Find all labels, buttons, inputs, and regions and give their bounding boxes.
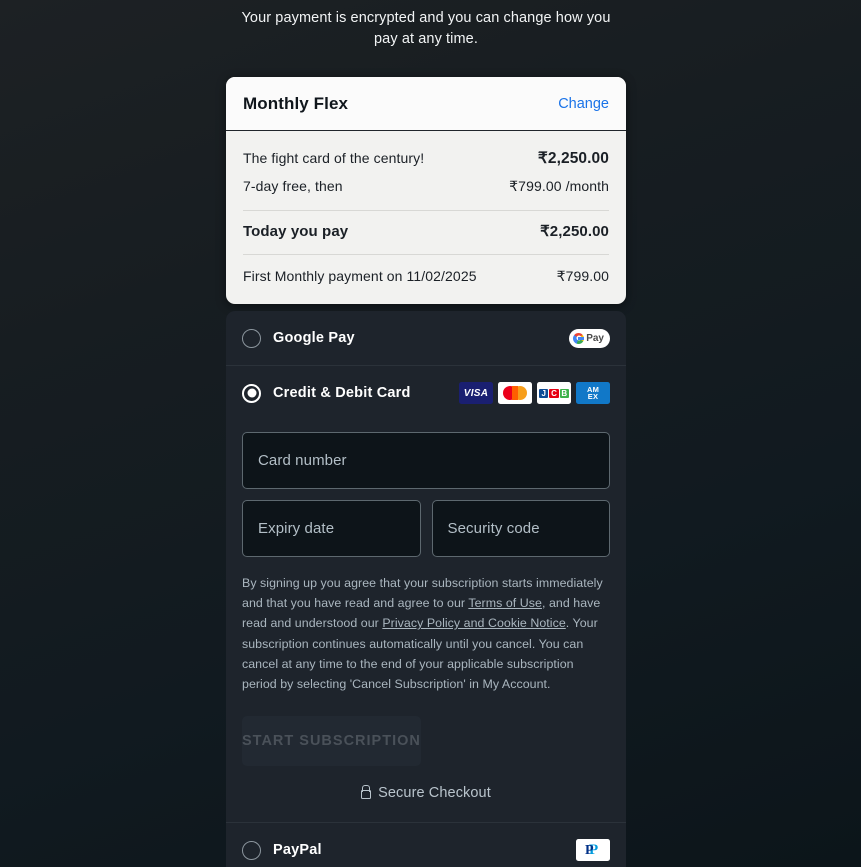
today-you-pay-label: Today you pay — [243, 223, 349, 240]
plan-header: Monthly Flex Change — [226, 77, 626, 131]
jcb-letter: B — [559, 388, 569, 398]
payment-methods-panel: Google Pay Pay Credit & Debit Card VISA … — [226, 311, 626, 867]
encryption-notice: Your payment is encrypted and you can ch… — [241, 10, 611, 47]
plan-line-item: 7-day free, then ₹799.00 /month — [243, 173, 609, 200]
plan-line-item: The fight card of the century! ₹2,250.00 — [243, 144, 609, 173]
today-you-pay-value: ₹2,250.00 — [540, 223, 609, 240]
checkout-page: Your payment is encrypted and you can ch… — [0, 0, 861, 867]
plan-summary-card: Monthly Flex Change The fight card of th… — [226, 77, 626, 304]
google-pay-badge-text: Pay — [586, 332, 604, 344]
plan-line-label: 7-day free, then — [243, 178, 343, 194]
paypal-label: PayPal — [273, 842, 322, 859]
card-option-label: Credit & Debit Card — [273, 385, 411, 401]
first-payment-value: ₹799.00 — [556, 268, 609, 284]
privacy-policy-link[interactable]: Privacy Policy and Cookie Notice — [382, 616, 565, 630]
card-extra-fields: Expiry date Security code — [242, 500, 610, 557]
payment-option-card[interactable]: Credit & Debit Card VISA J C B AM EX — [226, 366, 626, 420]
security-code-input[interactable]: Security code — [431, 500, 610, 557]
legal-disclaimer: By signing up you agree that your subscr… — [226, 557, 626, 694]
jcb-icon: J C B — [537, 382, 571, 404]
google-pay-label: Google Pay — [273, 330, 355, 346]
first-payment-row: First Monthly payment on 11/02/2025 ₹799… — [243, 263, 609, 290]
lock-icon — [361, 789, 372, 799]
card-number-input[interactable]: Card number — [242, 432, 610, 489]
secure-checkout-note: Secure Checkout — [226, 785, 626, 801]
payment-option-paypal[interactable]: PayPal P P — [226, 823, 626, 867]
visa-icon: VISA — [459, 382, 493, 404]
plan-title: Monthly Flex — [243, 94, 349, 113]
expiry-date-input[interactable]: Expiry date — [242, 500, 421, 557]
plan-line-label: The fight card of the century! — [243, 150, 425, 166]
today-you-pay-row: Today you pay ₹2,250.00 — [243, 217, 609, 245]
payment-option-google-pay[interactable]: Google Pay Pay — [226, 311, 626, 365]
radio-google-pay[interactable] — [242, 328, 261, 348]
jcb-letter: J — [539, 388, 549, 398]
card-brand-logos: VISA J C B AM EX — [459, 382, 610, 404]
paypal-icon: P P — [576, 839, 610, 862]
plan-line-value: ₹2,250.00 — [537, 150, 609, 167]
terms-of-use-link[interactable]: Terms of Use — [468, 596, 542, 610]
mastercard-icon — [498, 382, 532, 404]
divider — [243, 254, 609, 255]
change-plan-link[interactable]: Change — [558, 96, 609, 112]
start-subscription-button[interactable]: START SUBSCRIPTION — [242, 716, 421, 767]
google-pay-logo: Pay — [569, 328, 610, 348]
card-form: Card number Expiry date Security code — [226, 420, 626, 557]
radio-credit-debit-card[interactable] — [242, 383, 261, 403]
jcb-letter: C — [549, 388, 559, 398]
amex-line-2: EX — [587, 392, 599, 401]
plan-line-value: ₹799.00 /month — [509, 178, 609, 194]
divider — [243, 210, 609, 211]
amex-icon: AM EX — [576, 382, 610, 404]
plan-body: The fight card of the century! ₹2,250.00… — [226, 131, 626, 304]
secure-checkout-label: Secure Checkout — [378, 785, 491, 802]
first-payment-label: First Monthly payment on 11/02/2025 — [243, 268, 477, 284]
radio-paypal[interactable] — [242, 840, 261, 860]
google-g-icon — [573, 332, 585, 344]
